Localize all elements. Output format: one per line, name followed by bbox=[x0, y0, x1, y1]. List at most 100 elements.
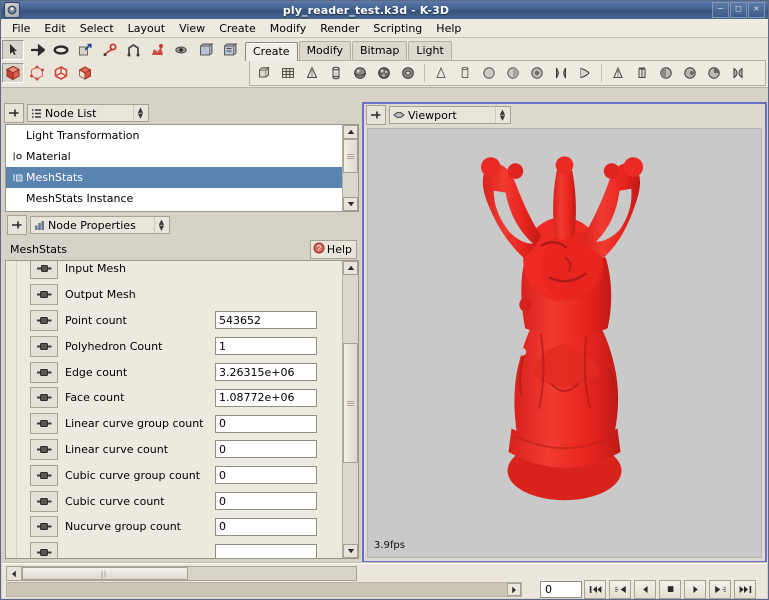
property-value[interactable]: 543652 bbox=[215, 311, 317, 329]
property-value[interactable]: 1 bbox=[215, 337, 317, 355]
menu-render[interactable]: Render bbox=[313, 20, 366, 37]
tab-create[interactable]: Create bbox=[245, 42, 298, 61]
select-nodes-icon[interactable] bbox=[2, 63, 24, 83]
select-tool-icon[interactable] bbox=[2, 40, 24, 60]
parent-tool-icon[interactable] bbox=[98, 40, 120, 60]
nurbs-torus-icon[interactable] bbox=[703, 63, 725, 83]
frame-number-input[interactable]: 0 bbox=[540, 581, 582, 598]
scroll-track[interactable] bbox=[343, 275, 358, 544]
bicubic-icon[interactable] bbox=[574, 63, 596, 83]
nurbs-disk-icon[interactable] bbox=[679, 63, 701, 83]
list-item-selected[interactable]: MeshStats bbox=[6, 167, 342, 188]
connection-icon[interactable] bbox=[30, 465, 58, 486]
pin-icon[interactable] bbox=[4, 103, 24, 123]
connection-icon[interactable] bbox=[30, 491, 58, 512]
render-animation-icon[interactable] bbox=[218, 40, 240, 60]
horizontal-scrollbar[interactable] bbox=[6, 566, 357, 581]
node-list-scrollbar[interactable] bbox=[342, 125, 358, 211]
scroll-track[interactable] bbox=[343, 139, 358, 197]
list-item[interactable]: MeshStats Instance bbox=[6, 188, 342, 209]
property-value[interactable]: 0 bbox=[215, 415, 317, 433]
cone-icon[interactable] bbox=[301, 63, 323, 83]
select-faces-icon[interactable] bbox=[74, 63, 96, 83]
nurbs-cylinder-icon[interactable] bbox=[631, 63, 653, 83]
property-row-face-count[interactable]: Face count 1.08772e+06 bbox=[6, 385, 342, 411]
connection-icon[interactable] bbox=[30, 336, 58, 357]
scroll-up-button[interactable] bbox=[343, 261, 358, 275]
paraboloid-icon[interactable] bbox=[526, 63, 548, 83]
help-button[interactable]: ? Help bbox=[310, 240, 357, 259]
node-properties-selector[interactable]: Node Properties ▲▼ bbox=[30, 216, 170, 234]
tab-bitmap[interactable]: Bitmap bbox=[352, 41, 407, 60]
scroll-down-button[interactable] bbox=[343, 197, 358, 211]
property-value[interactable]: 0 bbox=[215, 518, 317, 536]
menu-edit[interactable]: Edit bbox=[37, 20, 72, 37]
property-row-polyhedron-count[interactable]: Polyhedron Count 1 bbox=[6, 333, 342, 359]
maximize-button[interactable]: □ bbox=[730, 2, 747, 18]
skip-start-button[interactable] bbox=[584, 580, 606, 599]
scroll-thumb[interactable] bbox=[343, 343, 358, 463]
nurbs-cone-icon[interactable] bbox=[607, 63, 629, 83]
timeline-track[interactable] bbox=[6, 582, 522, 597]
connection-icon[interactable] bbox=[30, 516, 58, 537]
property-value[interactable]: 1.08772e+06 bbox=[215, 389, 317, 407]
select-lines-icon[interactable] bbox=[50, 63, 72, 83]
list-item[interactable]: Light Transformation bbox=[6, 125, 342, 146]
move-tool-icon[interactable] bbox=[26, 40, 48, 60]
menu-scripting[interactable]: Scripting bbox=[366, 20, 429, 37]
menu-modify[interactable]: Modify bbox=[263, 20, 313, 37]
property-row-input-mesh[interactable]: Input Mesh bbox=[6, 261, 342, 282]
torus-icon[interactable] bbox=[397, 63, 419, 83]
property-value[interactable]: 0 bbox=[215, 466, 317, 484]
minimize-button[interactable]: – bbox=[712, 2, 729, 18]
tab-modify[interactable]: Modify bbox=[299, 41, 351, 60]
node-list-selector-spinner[interactable]: ▲▼ bbox=[133, 105, 147, 121]
scroll-thumb[interactable] bbox=[343, 139, 358, 173]
property-row-nucurve-group-count[interactable]: Nucurve group count 0 bbox=[6, 514, 342, 540]
tab-light[interactable]: Light bbox=[408, 41, 451, 60]
sphere-icon[interactable] bbox=[349, 63, 371, 83]
blobby-cone-icon[interactable] bbox=[430, 63, 452, 83]
property-row-linear-curve-count[interactable]: Linear curve count 0 bbox=[6, 437, 342, 463]
connection-icon[interactable] bbox=[30, 284, 58, 305]
menu-file[interactable]: File bbox=[5, 20, 37, 37]
stop-button[interactable] bbox=[659, 580, 681, 599]
select-points-icon[interactable] bbox=[26, 63, 48, 83]
snap-tool-icon[interactable] bbox=[122, 40, 144, 60]
scroll-down-button[interactable] bbox=[343, 544, 358, 558]
scroll-left-button[interactable] bbox=[7, 567, 22, 580]
pin-icon[interactable] bbox=[7, 215, 27, 235]
render-preview-icon[interactable] bbox=[146, 40, 168, 60]
connection-icon[interactable] bbox=[30, 542, 58, 558]
cylinder-icon[interactable] bbox=[325, 63, 347, 83]
fast-forward-button[interactable] bbox=[709, 580, 731, 599]
render-frame-icon[interactable] bbox=[194, 40, 216, 60]
hyperboloid-icon[interactable] bbox=[550, 63, 572, 83]
scale-tool-icon[interactable] bbox=[74, 40, 96, 60]
viewport-canvas[interactable]: 3.9fps bbox=[367, 128, 762, 558]
close-button[interactable]: ✕ bbox=[748, 2, 765, 18]
cube-icon[interactable] bbox=[253, 63, 275, 83]
list-item[interactable]: Material bbox=[6, 146, 342, 167]
node-properties-selector-spinner[interactable]: ▲▼ bbox=[154, 217, 168, 233]
property-row-partial[interactable] bbox=[6, 540, 342, 558]
step-back-button[interactable] bbox=[634, 580, 656, 599]
rotate-tool-icon[interactable] bbox=[50, 40, 72, 60]
property-row-cubic-curve-group-count[interactable]: Cubic curve group count 0 bbox=[6, 462, 342, 488]
menu-select[interactable]: Select bbox=[73, 20, 121, 37]
property-value[interactable] bbox=[215, 544, 317, 558]
menu-layout[interactable]: Layout bbox=[121, 20, 172, 37]
nurbs-sphere-icon[interactable] bbox=[655, 63, 677, 83]
nurbs-patch-icon[interactable] bbox=[727, 63, 749, 83]
property-row-linear-curve-group-count[interactable]: Linear curve group count 0 bbox=[6, 411, 342, 437]
property-value[interactable]: 3.26315e+06 bbox=[215, 363, 317, 381]
timeline-handle[interactable] bbox=[507, 583, 521, 596]
connection-icon[interactable] bbox=[30, 261, 58, 279]
grid-icon[interactable] bbox=[277, 63, 299, 83]
viewport-selector-spinner[interactable]: ▲▼ bbox=[495, 107, 509, 123]
node-list[interactable]: Light Transformation Material MeshStats bbox=[5, 124, 359, 212]
node-list-selector[interactable]: Node List ▲▼ bbox=[27, 104, 149, 122]
scroll-track[interactable] bbox=[22, 567, 356, 580]
rewind-button[interactable] bbox=[609, 580, 631, 599]
connection-icon[interactable] bbox=[30, 362, 58, 383]
